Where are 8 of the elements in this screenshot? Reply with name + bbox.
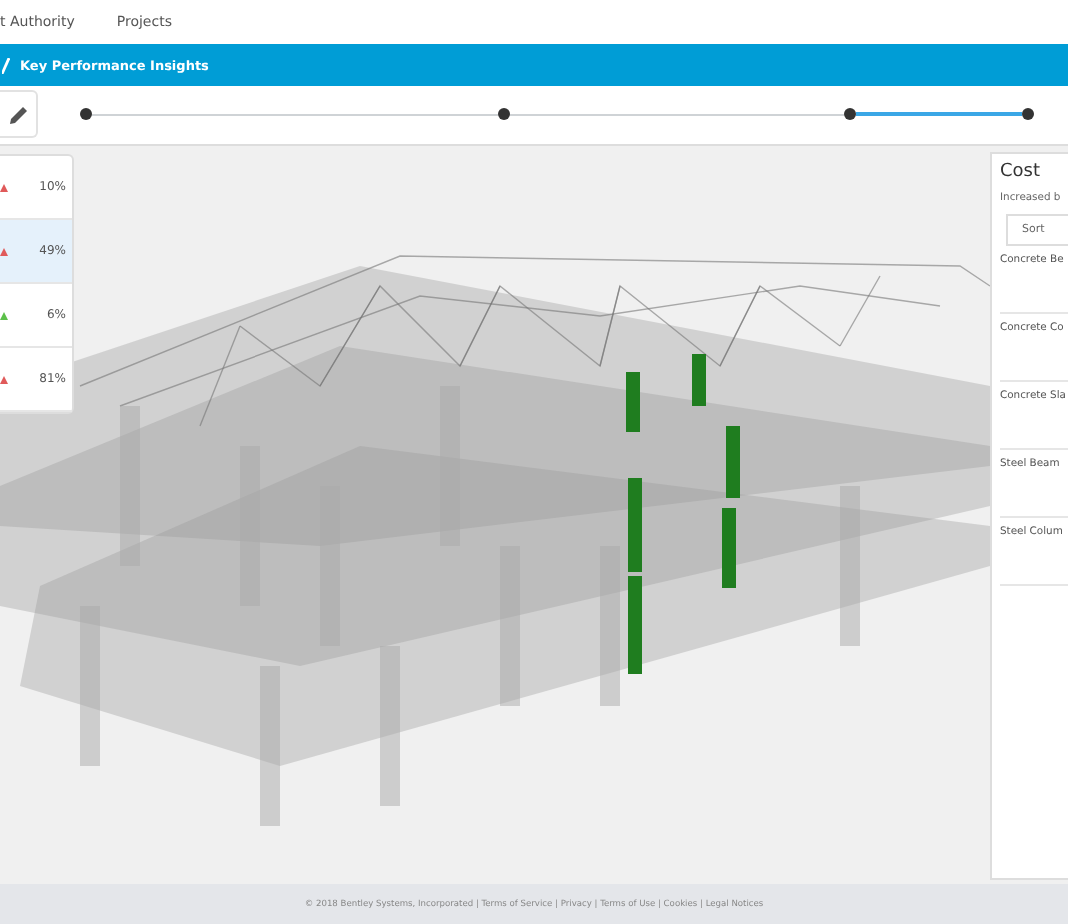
- timeline-stop[interactable]: [80, 108, 92, 120]
- pencil-icon: [7, 103, 29, 125]
- timeline-stop[interactable]: [844, 108, 856, 120]
- timeline-stop[interactable]: [498, 108, 510, 120]
- edit-button[interactable]: [0, 90, 38, 138]
- timeline-stop[interactable]: [1022, 108, 1034, 120]
- chevron-icon[interactable]: [2, 57, 10, 73]
- cost-title: Cost: [1000, 162, 1043, 182]
